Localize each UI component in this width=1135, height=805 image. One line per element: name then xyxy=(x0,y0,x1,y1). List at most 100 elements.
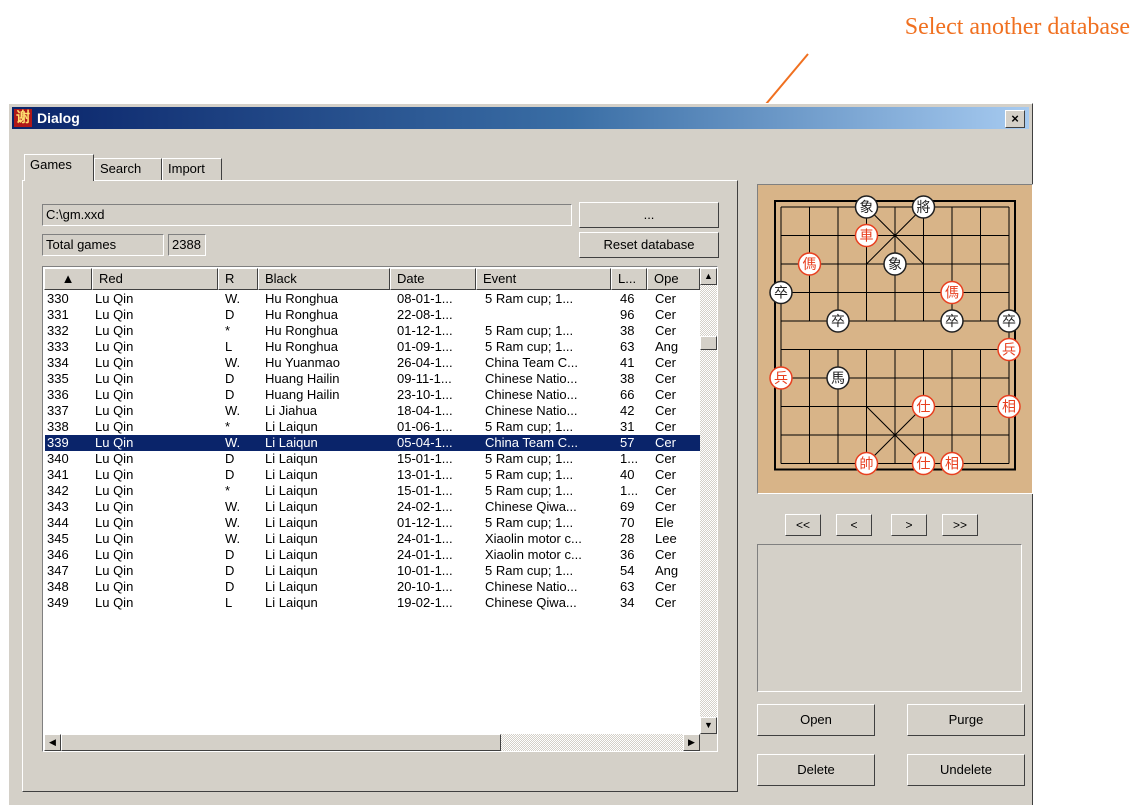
column-header-date[interactable]: Date xyxy=(390,268,476,290)
title-bar[interactable]: 谢 Dialog × xyxy=(12,107,1029,129)
table-row[interactable]: 333 Lu Qin L Hu Ronghua 01-09-1... 5 Ram cup;… xyxy=(45,339,700,355)
black-piece-label: 象 xyxy=(888,257,902,273)
cell-length: 66 xyxy=(620,387,635,402)
first-move-button[interactable]: << xyxy=(785,514,821,536)
cell-date: 19-02-1... xyxy=(397,595,453,610)
red-piece-label: 兵 xyxy=(774,371,788,387)
table-row[interactable]: 343 Lu Qin W. Li Laiqun 24-02-1... Chinese Qi… xyxy=(45,499,700,515)
purge-button[interactable]: Purge xyxy=(907,704,1025,736)
browse-database-button[interactable]: ... xyxy=(579,202,719,228)
table-row[interactable]: 348 Lu Qin D Li Laiqun 20-10-1... Chinese Nat… xyxy=(45,579,700,595)
next-move-button[interactable]: > xyxy=(891,514,927,536)
table-row[interactable]: 334 Lu Qin W. Hu Yuanmao 26-04-1... China Tea… xyxy=(45,355,700,371)
table-row[interactable]: 332 Lu Qin * Hu Ronghua 01-12-1... 5 Ram cup;… xyxy=(45,323,700,339)
cell-opening: Cer xyxy=(655,355,676,370)
tab-games[interactable]: Games xyxy=(24,154,94,181)
cell-opening: Cer xyxy=(655,323,676,338)
table-row[interactable]: 340 Lu Qin D Li Laiqun 15-01-1... 5 Ram cup; … xyxy=(45,451,700,467)
game-comment-box[interactable] xyxy=(757,544,1022,692)
table-row[interactable]: 347 Lu Qin D Li Laiqun 10-01-1... 5 Ram cup; … xyxy=(45,563,700,579)
scroll-left-arrow-icon[interactable]: ◀ xyxy=(44,734,61,751)
scroll-right-arrow-icon[interactable]: ▶ xyxy=(683,734,700,751)
cell-result: W. xyxy=(225,499,241,514)
cell-date: 24-01-1... xyxy=(397,547,453,562)
reset-database-button[interactable]: Reset database xyxy=(579,232,719,258)
horizontal-scrollbar[interactable]: ◀ ▶ xyxy=(44,734,700,751)
table-row[interactable]: 349 Lu Qin L Li Laiqun 19-02-1... Chinese Qiw… xyxy=(45,595,700,611)
column-header-result[interactable]: R xyxy=(218,268,258,290)
tab-import[interactable]: Import xyxy=(162,158,222,180)
cell-result: L xyxy=(225,595,233,610)
column-header-event[interactable]: Event xyxy=(476,268,611,290)
column-header-red[interactable]: Red xyxy=(92,268,218,290)
cell-length: 63 xyxy=(620,339,635,354)
last-move-button[interactable]: >> xyxy=(942,514,978,536)
cell-opening: Cer xyxy=(655,387,676,402)
table-row[interactable]: 331 Lu Qin D Hu Ronghua 22-08-1... 96 Cer xyxy=(45,307,700,323)
cell-date: 26-04-1... xyxy=(397,355,453,370)
cell-event: Chinese Qiwa... xyxy=(485,499,577,514)
cell-opening: Ang xyxy=(655,339,679,354)
delete-button[interactable]: Delete xyxy=(757,754,875,786)
table-row[interactable]: 344 Lu Qin W. Li Laiqun 01-12-1... 5 Ram cup;… xyxy=(45,515,700,531)
cell-opening: Cer xyxy=(655,371,676,386)
table-row[interactable]: 341 Lu Qin D Li Laiqun 13-01-1... 5 Ram cup; … xyxy=(45,467,700,483)
cell-opening: Cer xyxy=(655,595,676,610)
cell-opening: Cer xyxy=(655,467,676,482)
cell-date: 15-01-1... xyxy=(397,451,453,466)
table-row[interactable]: 345 Lu Qin W. Li Laiqun 24-01-1... Xiaolin mo… xyxy=(45,531,700,547)
cell-red-player: Lu Qin xyxy=(95,355,134,370)
column-header-opening[interactable]: Ope xyxy=(647,268,700,290)
cell-result: W. xyxy=(225,531,241,546)
cell-black-player: Li Laiqun xyxy=(265,483,318,498)
cell-date: 01-12-1... xyxy=(397,515,453,530)
black-piece-label: 卒 xyxy=(774,286,788,302)
cell-date: 24-02-1... xyxy=(397,499,453,514)
close-button[interactable]: × xyxy=(1005,110,1025,128)
scroll-up-arrow-icon[interactable]: ▲ xyxy=(700,268,717,285)
table-row[interactable]: 337 Lu Qin W. Li Jiahua 18-04-1... Chinese Na… xyxy=(45,403,700,419)
cell-row-number: 344 xyxy=(47,515,69,530)
cell-event: 5 Ram cup; 1... xyxy=(485,563,574,578)
cell-date: 09-11-1... xyxy=(397,371,452,386)
scroll-thumb[interactable] xyxy=(700,336,717,350)
tab-search[interactable]: Search xyxy=(94,158,162,180)
cell-black-player: Hu Ronghua xyxy=(265,291,338,306)
cell-result: * xyxy=(225,419,231,434)
table-row[interactable]: 338 Lu Qin * Li Laiqun 01-06-1... 5 Ram cup; … xyxy=(45,419,700,435)
cell-length: 40 xyxy=(620,467,635,482)
cell-length: 1... xyxy=(620,483,639,498)
table-row[interactable]: 336 Lu Qin D Huang Hailin 23-10-1... Chinese … xyxy=(45,387,700,403)
scrollbar-corner xyxy=(700,734,717,751)
cell-row-number: 342 xyxy=(47,483,69,498)
column-header-length[interactable]: L... xyxy=(611,268,647,290)
cell-event: Chinese Qiwa... xyxy=(485,595,577,610)
open-button[interactable]: Open xyxy=(757,704,875,736)
database-path-field[interactable]: C:\gm.xxd xyxy=(42,204,572,226)
cell-black-player: Li Laiqun xyxy=(265,563,318,578)
cell-red-player: Lu Qin xyxy=(95,515,134,530)
table-row[interactable]: 330 Lu Qin W. Hu Ronghua 08-01-1... 5 Ram cup… xyxy=(45,291,700,307)
cell-row-number: 346 xyxy=(47,547,69,562)
cell-date: 05-04-1... xyxy=(397,435,453,450)
cell-result: L xyxy=(225,339,233,354)
black-piece-label: 卒 xyxy=(831,314,845,330)
horizontal-scroll-thumb[interactable] xyxy=(61,734,501,751)
cell-black-player: Hu Ronghua xyxy=(265,339,338,354)
table-row[interactable]: 339 Lu Qin W. Li Laiqun 05-04-1... China Team… xyxy=(45,435,700,451)
previous-move-button[interactable]: < xyxy=(836,514,872,536)
column-header-black[interactable]: Black xyxy=(258,268,390,290)
table-row[interactable]: 335 Lu Qin D Huang Hailin 09-11-1... Chinese … xyxy=(45,371,700,387)
table-row[interactable]: 342 Lu Qin * Li Laiqun 15-01-1... 5 Ram cup; … xyxy=(45,483,700,499)
vertical-scrollbar[interactable]: ▲ ▼ xyxy=(700,268,717,734)
games-list[interactable]: ▲ Red R Black Date Event L... Ope 330 Lu … xyxy=(42,266,718,752)
sort-ascending-icon[interactable]: ▲ xyxy=(44,268,92,290)
black-piece-label: 卒 xyxy=(1002,314,1016,330)
undelete-button[interactable]: Undelete xyxy=(907,754,1025,786)
cell-length: 34 xyxy=(620,595,635,610)
scroll-down-arrow-icon[interactable]: ▼ xyxy=(700,717,717,734)
table-row[interactable]: 346 Lu Qin D Li Laiqun 24-01-1... Xiaolin mot… xyxy=(45,547,700,563)
cell-event: 5 Ram cup; 1... xyxy=(485,451,574,466)
cell-red-player: Lu Qin xyxy=(95,483,134,498)
cell-date: 22-08-1... xyxy=(397,307,453,322)
